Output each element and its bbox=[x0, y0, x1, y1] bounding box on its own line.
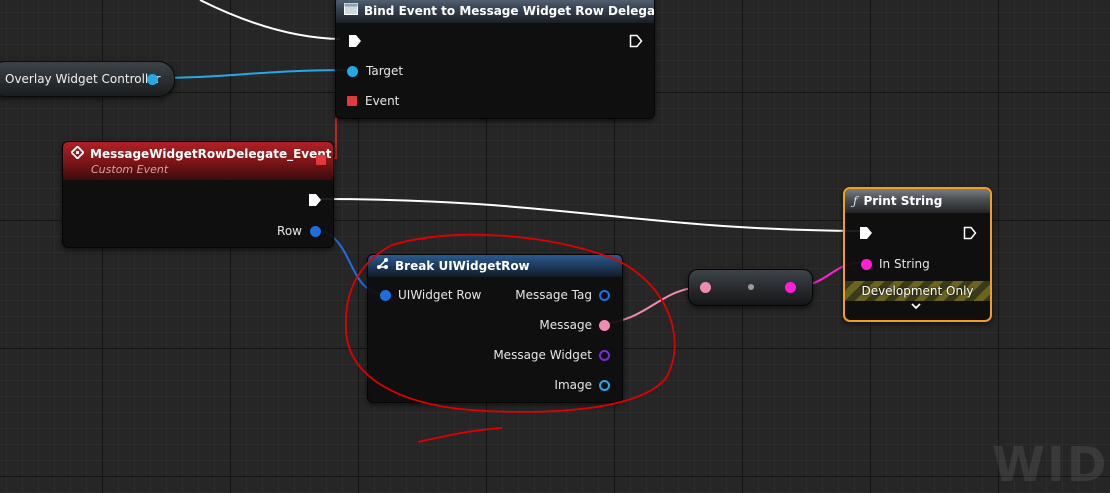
exec-wire-top bbox=[199, 0, 341, 40]
exec-wire-print bbox=[319, 198, 863, 232]
break-struct-icon bbox=[376, 255, 389, 277]
conversion-dot-icon bbox=[748, 284, 754, 290]
bind-target-row[interactable]: Target bbox=[347, 62, 403, 80]
print-exec-in-pin[interactable] bbox=[859, 226, 873, 240]
red-underline-annotation bbox=[417, 427, 503, 443]
event-diamond-icon bbox=[70, 145, 85, 162]
custom-event-row-pin[interactable] bbox=[310, 225, 321, 237]
break-message-pin[interactable] bbox=[599, 319, 610, 331]
bind-exec-in-pin[interactable] bbox=[348, 34, 362, 48]
graph-watermark: WIDG bbox=[992, 437, 1110, 493]
break-message-tag-row[interactable]: Message Tag bbox=[515, 286, 610, 304]
target-wire bbox=[151, 69, 351, 79]
break-message-tag-pin[interactable] bbox=[599, 289, 610, 301]
bind-target-label: Target bbox=[366, 64, 404, 78]
overlay-widget-controller-label: Overlay Widget Controller bbox=[5, 72, 161, 86]
bind-event-pin[interactable] bbox=[347, 96, 357, 106]
break-input-row[interactable]: UIWidget Row bbox=[380, 286, 481, 304]
custom-event-subtitle: Custom Event bbox=[91, 163, 169, 176]
break-message-label: Message bbox=[539, 318, 592, 332]
break-message-widget-pin[interactable] bbox=[599, 349, 610, 361]
function-square-icon bbox=[344, 0, 358, 22]
bind-exec-out-pin[interactable] bbox=[629, 34, 643, 48]
development-only-banner: Development Only bbox=[845, 281, 990, 301]
break-uiwidgetrow-node[interactable]: Break UIWidgetRow UIWidget Row Message T… bbox=[367, 254, 623, 403]
break-message-row[interactable]: Message bbox=[539, 316, 610, 334]
overlay-widget-controller-output-pin[interactable] bbox=[147, 74, 158, 85]
bind-event-row[interactable]: Event bbox=[347, 92, 399, 110]
print-string-title: Print String bbox=[863, 194, 943, 208]
print-string-node[interactable]: ƒ Print String In String Development Onl… bbox=[843, 187, 992, 322]
custom-event-node[interactable]: MessageWidgetRowDelegate_Event Custom Ev… bbox=[62, 141, 334, 248]
text-to-string-conversion-node[interactable] bbox=[688, 269, 813, 306]
bind-event-node[interactable]: Bind Event to Message Widget Row Delegat… bbox=[335, 0, 655, 119]
function-f-icon: ƒ bbox=[853, 194, 858, 208]
break-uiwidgetrow-title: Break UIWidgetRow bbox=[395, 259, 530, 273]
custom-event-title: MessageWidgetRowDelegate_Event bbox=[90, 147, 332, 161]
conversion-input-pin[interactable] bbox=[700, 282, 711, 293]
development-only-label: Development Only bbox=[861, 284, 974, 298]
custom-event-exec-out-pin[interactable] bbox=[308, 193, 322, 207]
break-message-widget-label: Message Widget bbox=[493, 348, 592, 362]
break-message-tag-label: Message Tag bbox=[515, 288, 592, 302]
custom-event-header: MessageWidgetRowDelegate_Event Custom Ev… bbox=[63, 142, 333, 180]
custom-event-delegate-pin[interactable] bbox=[316, 155, 326, 165]
bind-target-pin[interactable] bbox=[347, 65, 358, 77]
break-image-row[interactable]: Image bbox=[554, 376, 610, 394]
break-input-pin[interactable] bbox=[380, 289, 391, 301]
print-string-header: ƒ Print String bbox=[845, 189, 990, 213]
custom-event-row-row[interactable]: Row bbox=[277, 222, 321, 240]
break-input-label: UIWidget Row bbox=[398, 288, 482, 302]
print-in-string-row[interactable]: In String bbox=[861, 255, 930, 273]
print-exec-out-pin[interactable] bbox=[963, 226, 977, 240]
print-in-string-pin[interactable] bbox=[861, 258, 872, 270]
custom-event-row-label: Row bbox=[277, 224, 302, 238]
break-image-label: Image bbox=[554, 378, 592, 392]
chevron-down-icon[interactable] bbox=[910, 301, 922, 314]
break-image-pin[interactable] bbox=[599, 379, 610, 391]
print-in-string-label: In String bbox=[879, 257, 930, 271]
bind-event-label: Event bbox=[365, 94, 400, 108]
overlay-widget-controller-node[interactable]: Overlay Widget Controller bbox=[0, 61, 175, 97]
bind-event-title: Bind Event to Message Widget Row Delegat… bbox=[364, 4, 654, 18]
break-uiwidgetrow-header: Break UIWidgetRow bbox=[368, 255, 622, 277]
break-message-widget-row[interactable]: Message Widget bbox=[493, 346, 610, 364]
bind-event-header: Bind Event to Message Widget Row Delegat… bbox=[336, 0, 654, 23]
conversion-output-pin[interactable] bbox=[785, 282, 796, 293]
